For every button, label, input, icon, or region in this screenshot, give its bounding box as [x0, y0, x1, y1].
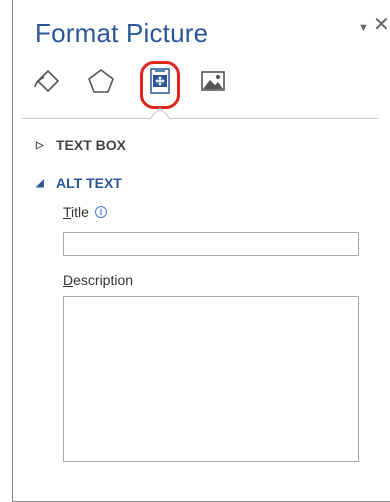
title-label: Title i: [63, 204, 107, 220]
title-label-text: itle: [71, 204, 89, 220]
alt-text-title-input[interactable]: [63, 232, 359, 256]
task-pane-options-button[interactable]: ▼: [358, 22, 369, 34]
section-alt-text[interactable]: ◢ ALT TEXT: [36, 175, 122, 191]
selected-tab-highlight: [140, 61, 180, 109]
section-text-box-label: TEXT BOX: [56, 137, 127, 153]
info-icon[interactable]: i: [94, 206, 107, 218]
pane-title: Format Picture: [35, 18, 209, 48]
tab-fill-line[interactable]: [30, 64, 64, 98]
tab-effects[interactable]: [84, 64, 118, 98]
paint-bucket-icon: [34, 70, 59, 92]
expanded-caret-icon: ◢: [36, 177, 44, 189]
description-label-text: escription: [73, 272, 134, 288]
collapsed-caret-icon: ▷: [36, 139, 44, 151]
pentagon-icon: [88, 69, 114, 93]
description-label-accelerator: D: [63, 272, 74, 288]
section-text-box[interactable]: ▷ TEXT BOX: [36, 137, 126, 153]
close-pane-button[interactable]: ✕: [373, 15, 390, 35]
alt-text-description-input[interactable]: [63, 296, 359, 462]
section-alt-text-label: ALT TEXT: [56, 175, 122, 191]
description-label: Description: [63, 272, 133, 288]
title-label-accelerator: T: [63, 204, 72, 220]
tab-divider: [22, 118, 378, 119]
tab-picture[interactable]: [196, 64, 230, 98]
picture-icon: [201, 71, 225, 91]
